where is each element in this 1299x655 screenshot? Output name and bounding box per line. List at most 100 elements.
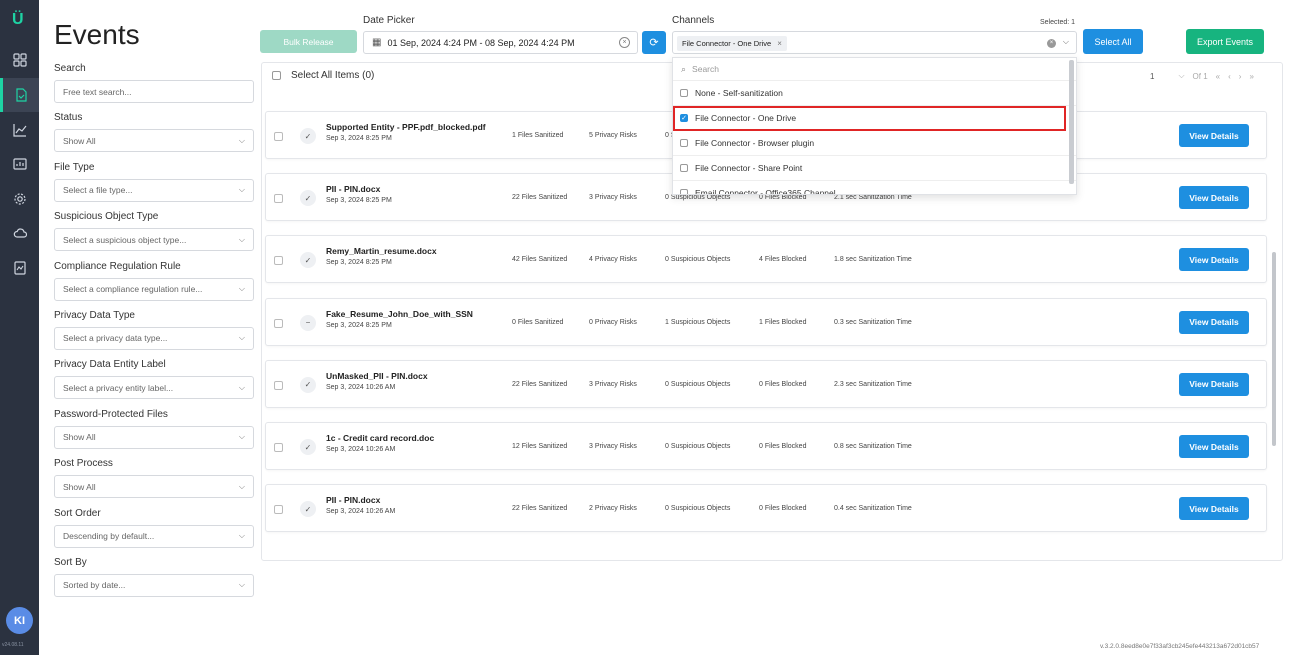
- filter-select[interactable]: Descending by default... ⌵: [54, 524, 254, 548]
- filter-label: Privacy Data Type: [54, 309, 135, 321]
- chevron-down-icon: ⌵: [238, 580, 245, 590]
- chevron-down-icon: ⌵: [238, 382, 245, 392]
- filter-group: File Type Select a file type... ⌵: [54, 162, 254, 209]
- search-icon: ⌕: [681, 63, 687, 74]
- view-details-button[interactable]: View Details: [1179, 124, 1249, 147]
- filter-label: Privacy Data Entity Label: [54, 359, 166, 371]
- app-logo-icon[interactable]: Ü: [12, 11, 28, 29]
- user-avatar[interactable]: KI: [6, 607, 33, 634]
- view-details-button[interactable]: View Details: [1179, 186, 1249, 210]
- channel-checkbox[interactable]: [680, 139, 688, 147]
- page-of-label: Of 1: [1192, 71, 1208, 81]
- channel-checkbox[interactable]: [680, 89, 688, 97]
- page-chevron-icon[interactable]: ⌵: [1178, 71, 1184, 81]
- row-checkbox[interactable]: [274, 194, 283, 204]
- list-scrollbar[interactable]: [1272, 252, 1276, 446]
- row-checkbox[interactable]: [274, 443, 283, 452]
- event-row[interactable]: ✓ UnMasked_PII - PIN.docx Sep 3, 2024 10:2…: [265, 359, 1267, 408]
- date-picker-label: Date Picker: [363, 15, 415, 26]
- filter-group: Sort By Sorted by date... ⌵: [54, 557, 254, 604]
- dashboard-icon[interactable]: [0, 43, 39, 77]
- channel-checkbox[interactable]: [680, 164, 688, 172]
- metric-sanitized: 42 Files Sanitized: [512, 256, 568, 264]
- row-checkbox[interactable]: [274, 318, 283, 328]
- minus-circle-icon: −: [300, 314, 316, 331]
- chevron-down-icon: ⌵: [238, 481, 245, 491]
- search-input[interactable]: Free text search...: [54, 80, 254, 103]
- metric-sanitized: 22 Files Sanitized: [512, 505, 568, 513]
- view-details-button[interactable]: View Details: [1179, 310, 1249, 334]
- refresh-icon[interactable]: ⟳: [642, 31, 666, 54]
- view-details-button[interactable]: View Details: [1179, 497, 1249, 521]
- channel-option[interactable]: File Connector - Browser plugin: [673, 131, 1076, 156]
- export-events-button[interactable]: Export Events: [1186, 29, 1264, 54]
- bulk-release-button[interactable]: Bulk Release: [260, 30, 357, 53]
- channel-checkbox[interactable]: ✓: [680, 114, 688, 122]
- next-page-icon[interactable]: ›: [1239, 72, 1242, 81]
- channels-search-input[interactable]: ⌕ Search: [673, 58, 1076, 81]
- metric-privacy: 3 Privacy Risks: [589, 443, 637, 450]
- select-all-button[interactable]: Select All: [1083, 29, 1143, 54]
- view-details-button[interactable]: View Details: [1179, 435, 1249, 458]
- channel-option[interactable]: None - Self-sanitization: [673, 81, 1076, 106]
- filters-panel: Search Free text search... Status Show All ⌵…: [54, 61, 254, 604]
- reports-icon[interactable]: [0, 147, 39, 181]
- clear-channels-icon[interactable]: ×: [1047, 39, 1056, 48]
- row-checkbox[interactable]: [274, 380, 283, 390]
- events-icon[interactable]: [0, 78, 39, 112]
- analytics-icon[interactable]: [0, 113, 39, 147]
- filter-group: Sort Order Descending by default... ⌵: [54, 508, 254, 555]
- document-icon[interactable]: [0, 251, 39, 285]
- page-number[interactable]: 1: [1150, 72, 1154, 81]
- filter-select[interactable]: Show All ⌵: [54, 425, 254, 449]
- filter-group: Password-Protected Files Show All ⌵: [54, 409, 254, 456]
- filter-select[interactable]: Select a compliance regulation rule... ⌵: [54, 277, 254, 301]
- event-date: Sep 3, 2024 8:25 PM: [326, 259, 392, 267]
- filter-select[interactable]: Sorted by date... ⌵: [54, 573, 254, 597]
- row-checkbox[interactable]: [274, 132, 283, 141]
- channel-option[interactable]: Email Connector - Office365 Channel: [673, 181, 1076, 194]
- view-details-button[interactable]: View Details: [1179, 372, 1249, 396]
- filter-select[interactable]: Select a privacy data type... ⌵: [54, 326, 254, 350]
- metric-sanitized: 22 Files Sanitized: [512, 380, 568, 388]
- filter-value: Show All: [63, 432, 96, 443]
- first-page-icon[interactable]: «: [1216, 72, 1220, 81]
- event-row[interactable]: ✓ PII - PIN.docx Sep 3, 2024 10:26 AM 22 Fi…: [265, 484, 1267, 533]
- chevron-down-icon: ⌵: [238, 234, 245, 244]
- filter-select[interactable]: Select a privacy entity label... ⌵: [54, 376, 254, 400]
- event-row[interactable]: − Fake_Resume_John_Doe_with_SSN Sep 3, 202…: [265, 297, 1267, 346]
- date-range-input[interactable]: ▦ 01 Sep, 2024 4:24 PM - 08 Sep, 2024 4:…: [363, 31, 638, 54]
- event-row[interactable]: ✓ Remy_Martin_resume.docx Sep 3, 2024 8:25…: [265, 235, 1267, 284]
- check-circle-icon: ✓: [300, 501, 316, 518]
- clear-date-icon[interactable]: ×: [619, 37, 630, 48]
- event-name-block: Supported Entity - PPF.pdf_blocked.pdf Se…: [326, 122, 496, 144]
- row-checkbox[interactable]: [274, 256, 283, 266]
- chevron-down-icon[interactable]: ⌵: [1063, 37, 1069, 47]
- channel-option[interactable]: ✓ File Connector - One Drive: [673, 106, 1066, 131]
- event-row[interactable]: ✓ 1c - Credit card record.doc Sep 3, 2024 …: [265, 422, 1267, 470]
- filter-select[interactable]: Select a file type... ⌵: [54, 178, 254, 202]
- cloud-icon[interactable]: [0, 216, 39, 250]
- select-all-items[interactable]: Select All Items (0): [272, 70, 374, 81]
- filter-select[interactable]: Show All ⌵: [54, 129, 254, 153]
- select-all-checkbox[interactable]: [272, 71, 281, 80]
- channels-select[interactable]: File Connector - One Drive × × ⌵: [672, 31, 1077, 54]
- channel-checkbox[interactable]: [680, 189, 688, 194]
- channel-option[interactable]: File Connector - Share Point: [673, 156, 1076, 181]
- settings-icon[interactable]: [0, 182, 39, 216]
- metric-blocked: 0 Files Blocked: [759, 380, 807, 388]
- filter-value: Select a privacy data type...: [63, 333, 168, 344]
- last-page-icon[interactable]: »: [1249, 72, 1253, 81]
- event-name-block: 1c - Credit card record.doc Sep 3, 2024 1…: [326, 433, 496, 455]
- filter-select[interactable]: Show All ⌵: [54, 475, 254, 499]
- check-circle-icon: ✓: [300, 252, 316, 269]
- filter-group: Privacy Data Type Select a privacy data t…: [54, 310, 254, 357]
- prev-page-icon[interactable]: ‹: [1228, 72, 1231, 81]
- row-checkbox[interactable]: [274, 505, 283, 515]
- view-details-button[interactable]: View Details: [1179, 248, 1249, 272]
- remove-chip-icon[interactable]: ×: [777, 39, 782, 48]
- dropdown-scrollbar[interactable]: [1069, 60, 1074, 184]
- filter-select[interactable]: Select a suspicious object type... ⌵: [54, 228, 254, 252]
- rail-version-text: v24.08.11: [2, 642, 24, 648]
- filter-group: Suspicious Object Type Select a suspiciou…: [54, 211, 254, 258]
